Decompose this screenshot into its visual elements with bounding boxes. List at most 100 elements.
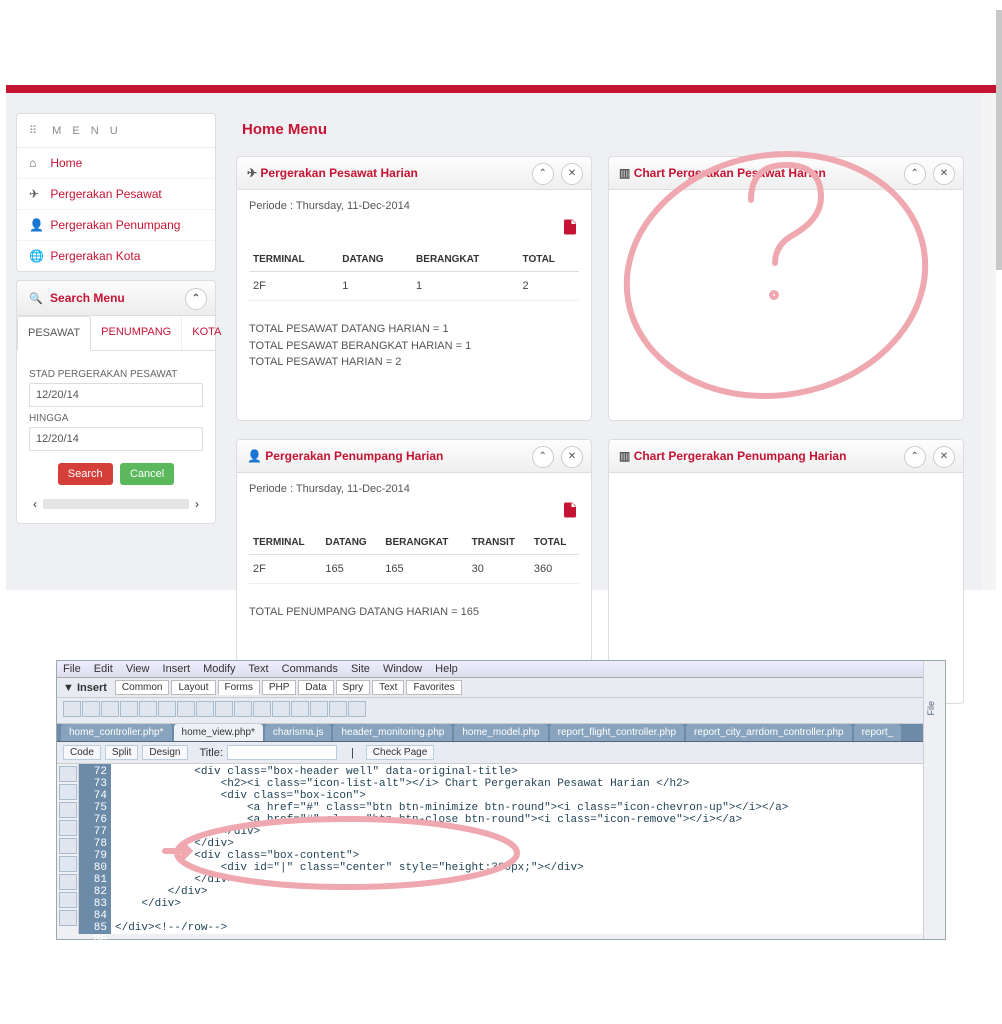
code-tool-icon[interactable] bbox=[59, 892, 77, 908]
tool-icon[interactable] bbox=[101, 701, 119, 717]
chevron-right-icon[interactable]: › bbox=[195, 497, 199, 511]
sidebar-item-home[interactable]: ⌂ Home bbox=[17, 148, 215, 179]
tool-icon[interactable] bbox=[348, 701, 366, 717]
scroll-track[interactable] bbox=[43, 499, 189, 509]
code-tool-icon[interactable] bbox=[59, 766, 77, 782]
pdf-export-icon[interactable] bbox=[249, 501, 579, 525]
tool-icon[interactable] bbox=[120, 701, 138, 717]
tool-icon[interactable] bbox=[272, 701, 290, 717]
table-row: 2F 1 1 2 bbox=[249, 272, 579, 301]
tool-icon[interactable] bbox=[234, 701, 252, 717]
code-tool-icon[interactable] bbox=[59, 856, 77, 872]
th: TERMINAL bbox=[249, 531, 321, 555]
tool-icon[interactable] bbox=[158, 701, 176, 717]
file-tab[interactable]: home_model.php bbox=[454, 724, 547, 741]
panel-title: Chart Pergerakan Pesawat Harian bbox=[634, 166, 826, 180]
pdf-export-icon[interactable] bbox=[249, 218, 579, 242]
menu-site[interactable]: Site bbox=[351, 663, 370, 675]
menu-modify[interactable]: Modify bbox=[203, 663, 235, 675]
menu-insert[interactable]: Insert bbox=[163, 663, 191, 675]
minimize-icon[interactable]: ⌃ bbox=[532, 163, 554, 185]
minimize-icon[interactable]: ⌃ bbox=[904, 163, 926, 185]
th: TERMINAL bbox=[249, 248, 338, 272]
tab-kota[interactable]: KOTA bbox=[182, 316, 232, 350]
panel-title: Chart Pergerakan Penumpang Harian bbox=[634, 449, 847, 463]
tool-icon[interactable] bbox=[291, 701, 309, 717]
file-tab[interactable]: report_flight_controller.php bbox=[550, 724, 684, 741]
menu-view[interactable]: View bbox=[126, 663, 150, 675]
horizontal-scroll[interactable]: ‹ › bbox=[33, 497, 199, 511]
code-tool-icon[interactable] bbox=[59, 820, 77, 836]
files-panel-label[interactable]: File bbox=[924, 661, 938, 756]
view-code-button[interactable]: Code bbox=[63, 745, 101, 760]
code-tool-icon[interactable] bbox=[59, 784, 77, 800]
menu-edit[interactable]: Edit bbox=[94, 663, 113, 675]
file-tab[interactable]: home_controller.php* bbox=[61, 724, 172, 741]
scrollbar-down-icon[interactable]: ▾ bbox=[998, 574, 1002, 588]
tool-icon[interactable] bbox=[82, 701, 100, 717]
file-tab[interactable]: header_monitoring.php bbox=[333, 724, 452, 741]
insert-tab-forms[interactable]: Forms bbox=[218, 680, 260, 695]
title-input[interactable] bbox=[227, 745, 337, 760]
th: TOTAL bbox=[530, 531, 579, 555]
form-tool-icons[interactable] bbox=[57, 698, 945, 724]
cancel-button[interactable]: Cancel bbox=[120, 463, 174, 485]
checkpage-button[interactable]: Check Page bbox=[366, 745, 434, 760]
sidebar-item-kota[interactable]: 🌐 Pergerakan Kota bbox=[17, 241, 215, 271]
search-icon: 🔍 bbox=[29, 293, 43, 305]
vertical-scrollbar-thumb[interactable] bbox=[996, 10, 1002, 270]
file-tab[interactable]: charisma.js bbox=[265, 724, 332, 741]
td: 165 bbox=[381, 555, 467, 584]
sidebar-item-penumpang[interactable]: 👤 Pergerakan Penumpang bbox=[17, 210, 215, 241]
menu-window[interactable]: Window bbox=[383, 663, 422, 675]
chevron-left-icon[interactable]: ‹ bbox=[33, 497, 37, 511]
insert-tab-common[interactable]: Common bbox=[115, 680, 170, 695]
code-tool-column[interactable] bbox=[57, 764, 79, 934]
file-tab[interactable]: report_city_arrdom_controller.php bbox=[686, 724, 852, 741]
input-start-date[interactable] bbox=[29, 383, 203, 407]
tab-pesawat[interactable]: PESAWAT bbox=[17, 316, 91, 351]
tool-icon[interactable] bbox=[196, 701, 214, 717]
panels-dock[interactable]: File bbox=[923, 661, 945, 939]
close-icon[interactable]: ✕ bbox=[561, 163, 583, 185]
code-tool-icon[interactable] bbox=[59, 802, 77, 818]
tool-icon[interactable] bbox=[329, 701, 347, 717]
code-tool-icon[interactable] bbox=[59, 874, 77, 890]
tab-penumpang[interactable]: PENUMPANG bbox=[91, 316, 182, 350]
minimize-icon[interactable]: ⌃ bbox=[532, 446, 554, 468]
code-tool-icon[interactable] bbox=[59, 910, 77, 926]
insert-tab-text[interactable]: Text bbox=[372, 680, 404, 695]
code-tool-icon[interactable] bbox=[59, 838, 77, 854]
menu-help[interactable]: Help bbox=[435, 663, 458, 675]
minimize-icon[interactable]: ⌃ bbox=[904, 446, 926, 468]
tool-icon[interactable] bbox=[139, 701, 157, 717]
menu-text[interactable]: Text bbox=[248, 663, 268, 675]
menu-commands[interactable]: Commands bbox=[282, 663, 338, 675]
close-icon[interactable]: ✕ bbox=[933, 446, 955, 468]
page-body: ⠿ M E N U ⌂ Home ✈ Pergerakan Pesawat 👤 … bbox=[6, 93, 996, 590]
view-design-button[interactable]: Design bbox=[142, 745, 187, 760]
menu-file[interactable]: File bbox=[63, 663, 81, 675]
file-tab-active[interactable]: home_view.php* bbox=[174, 724, 263, 741]
close-icon[interactable]: ✕ bbox=[933, 163, 955, 185]
code-text[interactable]: <div class="box-header well" data-origin… bbox=[111, 764, 945, 934]
insert-tab-favorites[interactable]: Favorites bbox=[406, 680, 461, 695]
menubar[interactable]: File Edit View Insert Modify Text Comman… bbox=[57, 661, 945, 678]
file-tab[interactable]: report_ bbox=[854, 724, 902, 741]
minimize-icon[interactable]: ⌃ bbox=[185, 288, 207, 310]
tool-icon[interactable] bbox=[215, 701, 233, 717]
tool-icon[interactable] bbox=[310, 701, 328, 717]
insert-tab-php[interactable]: PHP bbox=[262, 680, 297, 695]
tool-icon[interactable] bbox=[63, 701, 81, 717]
tool-icon[interactable] bbox=[253, 701, 271, 717]
search-button[interactable]: Search bbox=[58, 463, 113, 485]
view-split-button[interactable]: Split bbox=[105, 745, 138, 760]
sidebar-item-pesawat[interactable]: ✈ Pergerakan Pesawat bbox=[17, 179, 215, 210]
insert-tab-data[interactable]: Data bbox=[298, 680, 333, 695]
insert-tab-spry[interactable]: Spry bbox=[336, 680, 371, 695]
close-icon[interactable]: ✕ bbox=[561, 446, 583, 468]
insert-tab-layout[interactable]: Layout bbox=[171, 680, 215, 695]
tool-icon[interactable] bbox=[177, 701, 195, 717]
input-end-date[interactable] bbox=[29, 427, 203, 451]
insert-toggle[interactable]: ▼ Insert bbox=[63, 682, 107, 694]
